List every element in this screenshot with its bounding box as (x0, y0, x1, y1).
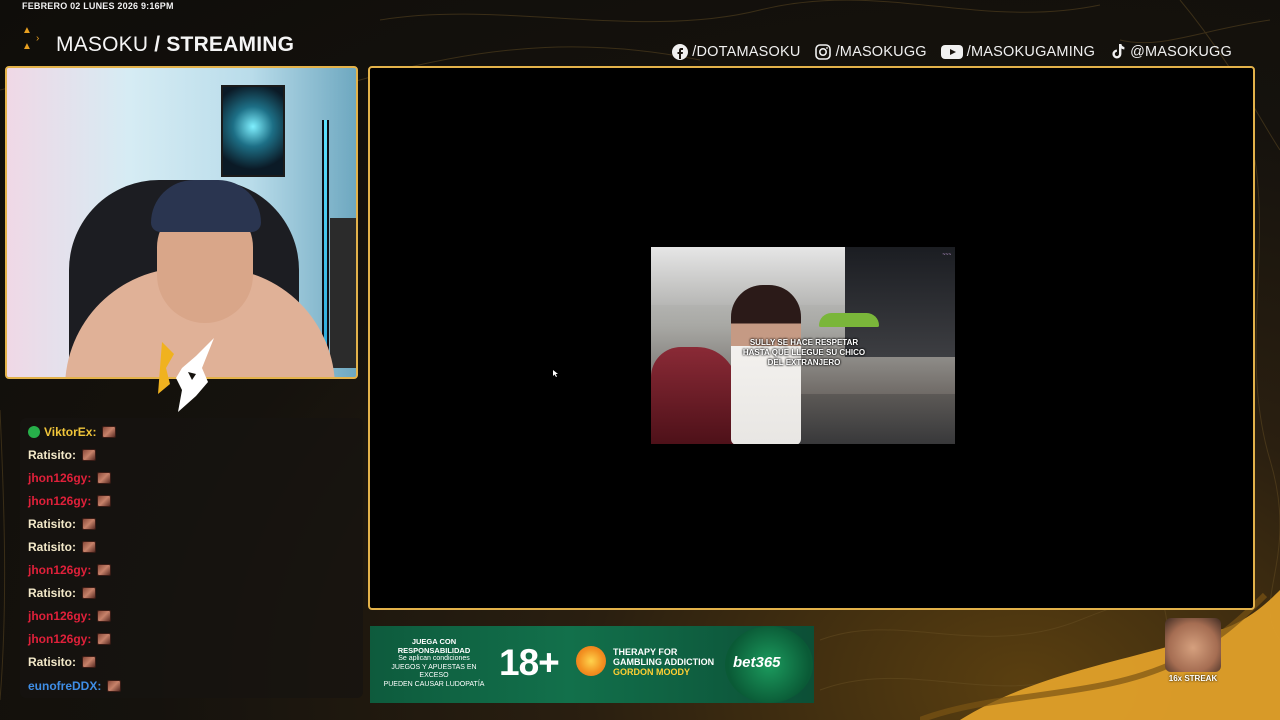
chat-username[interactable]: jhon126gy: (28, 632, 91, 646)
chat-message: Ratisito: (28, 443, 363, 466)
led-light-bar (322, 120, 329, 370)
chat-message: eunofreDDX: (28, 674, 363, 697)
tiktok-icon (1109, 44, 1126, 61)
video-watermark: ~~~ (942, 252, 951, 258)
brand-name: MASOKU (56, 33, 149, 56)
social-tiktok-label: @MASOKUGG (1130, 44, 1232, 60)
emote-icon (82, 517, 96, 530)
chat-message: jhon126gy: (28, 489, 363, 512)
emote-icon (82, 656, 96, 669)
social-facebook-label: /DOTAMASOKU (692, 44, 801, 60)
chat-message: jhon126gy: (28, 628, 363, 651)
bet365-label: bet365 (733, 654, 781, 671)
video-player[interactable]: ~~~ SULLY SE HACE RESPETAR HASTA QUE LLE… (651, 247, 955, 444)
chat-username[interactable]: Ratisito: (28, 517, 76, 531)
emote-icon (97, 494, 112, 507)
emote-icon (82, 541, 96, 554)
stream-datetime: FEBRERO 02 LUNES 2026 9:16PM (22, 1, 174, 11)
video-caption: SULLY SE HACE RESPETAR HASTA QUE LLEGUE … (739, 338, 869, 368)
chat-username[interactable]: ViktorEx: (44, 425, 96, 439)
chat-username[interactable]: Ratisito: (28, 448, 76, 462)
social-links: /DOTAMASOKU /MASOKUGG /MASOKUGAMING @MAS… (671, 40, 1232, 64)
channel-logo-icon (158, 338, 214, 412)
chat-username[interactable]: Ratisito: (28, 655, 76, 669)
chat-username[interactable]: jhon126gy: (28, 471, 91, 485)
webcam-feed (5, 66, 358, 379)
resp-line-2: PUEDEN CAUSAR LUDOPATÍA (383, 680, 485, 688)
brand-arrows-icon: ▲ ▲ › (22, 25, 40, 52)
resp-sub: Se aplican condiciones (398, 655, 470, 662)
chat-message: Ratisito: (28, 651, 363, 674)
chat-message: Ratisito: (28, 512, 363, 535)
caption-line-2: HASTA QUE LLEGUE SU CHICO (742, 348, 866, 357)
youtube-icon (940, 44, 963, 61)
social-instagram-label: /MASOKUGG (835, 44, 927, 60)
brand-separator: / (148, 33, 167, 56)
chat-username[interactable]: jhon126gy: (28, 609, 91, 623)
subscriber-badge-icon (28, 425, 40, 438)
instagram-icon (815, 44, 832, 61)
chat-message: jhon126gy: (28, 605, 363, 628)
emote-icon (82, 448, 96, 461)
streak-widget: 16x STREAK (1164, 618, 1222, 686)
chat-username[interactable]: jhon126gy: (28, 494, 91, 508)
emote-icon (97, 633, 112, 646)
emote-icon (82, 587, 96, 600)
age-restriction: 18+ (499, 642, 560, 683)
caption-line-1: SULLY SE HACE RESPETAR (749, 338, 859, 347)
social-tiktok: @MASOKUGG (1109, 44, 1232, 61)
main-screen-capture: ~~~ SULLY SE HACE RESPETAR HASTA QUE LLE… (368, 66, 1255, 610)
chat-message: ViktorEx: (28, 420, 363, 443)
caption-line-3: DEL EXTRANJERO (767, 358, 841, 367)
mouse-cursor-icon (553, 370, 558, 377)
social-youtube-label: /MASOKUGAMING (966, 44, 1096, 60)
streak-label: 16x STREAK (1168, 674, 1218, 683)
chat-message: jhon126gy: (28, 559, 363, 582)
social-facebook: /DOTAMASOKU (671, 44, 800, 61)
responsible-gaming-notice: JUEGA CON RESPONSABILIDAD Se aplican con… (376, 637, 492, 689)
laughing-emote-icon (1165, 618, 1221, 672)
chat-username[interactable]: jhon126gy: (28, 563, 91, 577)
emote-icon (97, 471, 112, 484)
wall-poster (221, 85, 285, 177)
social-instagram: /MASOKUGG (815, 44, 927, 61)
emote-icon (102, 425, 117, 438)
red-car (651, 347, 737, 444)
emote-icon (107, 679, 122, 692)
bet365-ad-banner[interactable]: JUEGA CON RESPONSABILIDAD Se aplican con… (370, 626, 814, 703)
chat-username[interactable]: eunofreDDX: (28, 679, 101, 693)
chat-message: Ratisito: (28, 535, 363, 558)
facebook-icon (671, 44, 688, 61)
chat-username[interactable]: Ratisito: (28, 586, 76, 600)
gordon-moody-logo-icon (576, 646, 606, 676)
resp-line-1: JUEGOS Y APUESTAS EN EXCESO (391, 663, 477, 680)
emote-icon (97, 564, 112, 577)
chat-panel: ViktorEx: Ratisito: jhon126gy: jhon126gy… (20, 418, 363, 698)
chat-message: jhon126gy: (28, 466, 363, 489)
chat-username[interactable]: Ratisito: (28, 540, 76, 554)
brand-title: MASOKU / STREAMING (56, 33, 294, 57)
chat-message: Ratisito: (28, 582, 363, 605)
emote-icon (97, 610, 112, 623)
bet365-logo: bet365 (725, 626, 813, 703)
resp-title: JUEGA CON RESPONSABILIDAD (397, 637, 471, 655)
brand-section: STREAMING (166, 33, 295, 56)
brand-header: ▲ ▲ › MASOKU / STREAMING (20, 25, 294, 60)
social-youtube: /MASOKUGAMING (940, 44, 1096, 61)
